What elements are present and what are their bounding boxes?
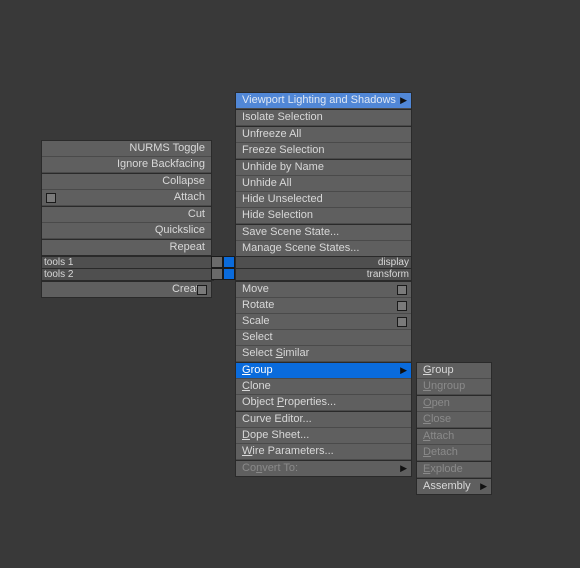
flyout-box-icon	[397, 317, 407, 327]
menu-item[interactable]: Cut	[42, 206, 211, 223]
menu-item-label: Ignore Backfacing	[117, 158, 205, 170]
menu-item-label: Clone	[242, 380, 271, 392]
flyout-box-icon	[197, 285, 207, 295]
menu-item-label: Curve Editor...	[242, 413, 312, 425]
menu-item[interactable]: Wire Parameters...	[236, 444, 411, 460]
menu-item-label: Unhide All	[242, 177, 292, 189]
menu-item-label: Select Similar	[242, 347, 309, 359]
flyout-box-icon	[46, 193, 56, 203]
menu-item[interactable]: Group ▶	[236, 362, 411, 379]
menu-item-label: Scale	[242, 315, 270, 327]
quad-cell-br	[223, 268, 235, 280]
menu-item-label: Quickslice	[155, 224, 205, 236]
menu-item: Convert To: ▶	[236, 460, 411, 476]
menu-item-label: Assembly	[423, 480, 471, 492]
flyout-box-icon	[397, 301, 407, 311]
flyout-box-icon	[397, 285, 407, 295]
menu-item[interactable]: Move	[236, 282, 411, 298]
menu-item: Open	[417, 395, 491, 412]
menu-item-label: Attach	[174, 191, 205, 203]
menu-item-label: Attach	[423, 430, 454, 442]
submenu-arrow-icon: ▶	[400, 363, 407, 378]
menu-item[interactable]: Group	[417, 363, 491, 379]
menu-item-label: Select	[242, 331, 273, 343]
quad-hub	[211, 256, 235, 280]
quad-cell-bl	[211, 268, 223, 280]
menu-item-label: Convert To:	[242, 462, 298, 474]
menu-item: Attach	[417, 428, 491, 445]
quad-menu-tools-upper[interactable]: NURMS Toggle Ignore Backfacing Collapse Att…	[41, 140, 212, 256]
menu-item-label: Explode	[423, 463, 463, 475]
menu-item-label: Close	[423, 413, 451, 425]
menu-item-label: Isolate Selection	[242, 111, 323, 123]
menu-item-label: Viewport Lighting and Shadows	[242, 94, 396, 106]
menu-item-label: Rotate	[242, 299, 274, 311]
menu-item: Explode	[417, 461, 491, 478]
quad-cell-tl	[211, 256, 223, 268]
menu-item-label: Ungroup	[423, 380, 465, 392]
menu-item[interactable]: Hide Unselected	[236, 192, 411, 208]
quad-menu-transform[interactable]: Move Rotate Scale Select Select Similar Group…	[235, 281, 412, 477]
menu-item[interactable]: Rotate	[236, 298, 411, 314]
menu-item[interactable]: Repeat	[42, 239, 211, 255]
menu-item[interactable]: Hide Selection	[236, 208, 411, 224]
menu-item[interactable]: Attach	[42, 190, 211, 206]
menu-item-label: Group	[242, 364, 273, 376]
menu-item-label: Wire Parameters...	[242, 445, 334, 457]
menu-item[interactable]: Unhide All	[236, 176, 411, 192]
menu-item-label: Detach	[423, 446, 458, 458]
menu-item[interactable]: Unfreeze All	[236, 126, 411, 143]
menu-item-label: Group	[423, 364, 454, 376]
menu-item[interactable]: Quickslice	[42, 223, 211, 239]
menu-item[interactable]: Select Similar	[236, 346, 411, 362]
submenu-arrow-icon: ▶	[400, 93, 407, 108]
menu-item[interactable]: Dope Sheet...	[236, 428, 411, 444]
menu-item[interactable]: Assembly ▶	[417, 478, 491, 494]
menu-item-label: Repeat	[170, 241, 205, 253]
menu-item-label: Hide Selection	[242, 209, 313, 221]
quad-menu-tools-lower[interactable]: Create	[41, 281, 212, 298]
menu-item-label: Hide Unselected	[242, 193, 323, 205]
submenu-arrow-icon: ▶	[480, 479, 487, 494]
menu-item-label: Freeze Selection	[242, 144, 325, 156]
quad-cell-tr	[223, 256, 235, 268]
menu-item[interactable]: Freeze Selection	[236, 143, 411, 159]
quad-header-transform: transform	[235, 268, 412, 281]
menu-item[interactable]: Object Properties...	[236, 395, 411, 411]
menu-item[interactable]: NURMS Toggle	[42, 141, 211, 157]
menu-item: Detach	[417, 445, 491, 461]
menu-item-label: Save Scene State...	[242, 226, 339, 238]
menu-item-label: Unhide by Name	[242, 161, 324, 173]
quad-menu-display[interactable]: Viewport Lighting and Shadows ▶ Isolate Se…	[235, 92, 412, 257]
menu-item[interactable]: Manage Scene States...	[236, 241, 411, 256]
menu-item-label: NURMS Toggle	[129, 142, 205, 154]
menu-item-label: Manage Scene States...	[242, 242, 359, 254]
menu-item[interactable]: Scale	[236, 314, 411, 330]
menu-item-label: Move	[242, 283, 269, 295]
menu-item-label: Open	[423, 397, 450, 409]
menu-item[interactable]: Select	[236, 330, 411, 346]
menu-item-label: Object Properties...	[242, 396, 336, 408]
menu-item[interactable]: Curve Editor...	[236, 411, 411, 428]
quad-header-tools-2: tools 2	[41, 268, 214, 281]
menu-item: Ungroup	[417, 379, 491, 395]
menu-item-label: Unfreeze All	[242, 128, 301, 140]
submenu-arrow-icon: ▶	[400, 461, 407, 476]
menu-item[interactable]: Clone	[236, 379, 411, 395]
menu-item-label: Dope Sheet...	[242, 429, 309, 441]
submenu-group[interactable]: Group Ungroup Open Close Attach Detach Explode…	[416, 362, 492, 495]
menu-item[interactable]: Save Scene State...	[236, 224, 411, 241]
menu-item[interactable]: Isolate Selection	[236, 109, 411, 126]
menu-item[interactable]: Create	[42, 282, 211, 297]
menu-item[interactable]: Viewport Lighting and Shadows ▶	[236, 93, 411, 109]
menu-item-label: Collapse	[162, 175, 205, 187]
menu-item-label: Cut	[188, 208, 205, 220]
menu-item: Close	[417, 412, 491, 428]
menu-item[interactable]: Unhide by Name	[236, 159, 411, 176]
menu-item[interactable]: Collapse	[42, 173, 211, 190]
menu-item[interactable]: Ignore Backfacing	[42, 157, 211, 173]
